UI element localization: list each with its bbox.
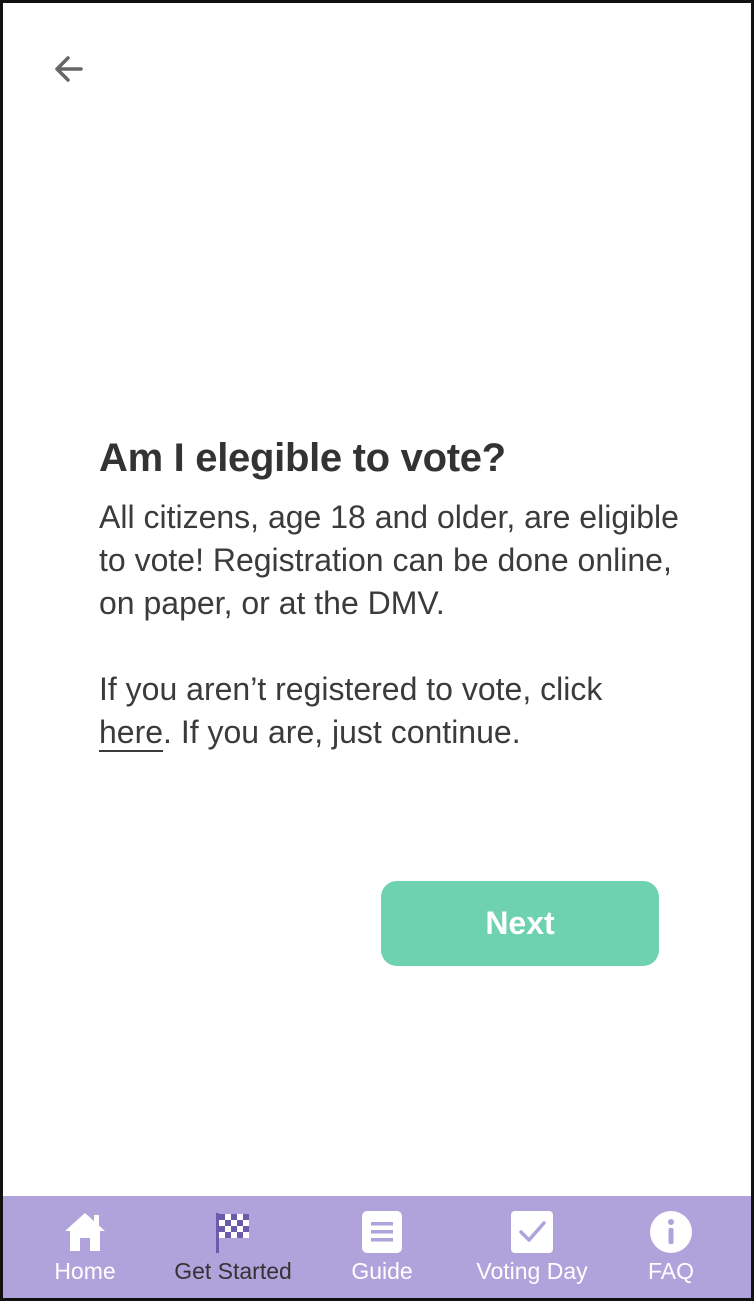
page-title: Am I elegible to vote? [99, 436, 506, 480]
document-icon [360, 1210, 404, 1254]
nav-label-home: Home [54, 1258, 116, 1284]
bottom-nav: Home Get Started Guide Voting Day FAQ [3, 1196, 751, 1298]
registration-prompt-prefix: If you aren’t registered to vote, click [99, 671, 603, 707]
nav-item-get-started[interactable]: Get Started [163, 1196, 303, 1298]
nav-item-guide[interactable]: Guide [339, 1196, 425, 1298]
registration-prompt: If you aren’t registered to vote, click … [99, 668, 679, 754]
eligibility-section: Am I elegible to vote? All citizens, age… [99, 428, 679, 754]
registration-prompt-suffix: . If you are, just continue. [163, 714, 521, 750]
app-screen: Am I elegible to vote? All citizens, age… [0, 0, 754, 1301]
register-here-link[interactable]: here [99, 714, 164, 752]
eligibility-description: All citizens, age 18 and older, are elig… [99, 499, 679, 621]
home-icon [63, 1210, 107, 1254]
nav-label-get-started: Get Started [174, 1258, 292, 1284]
back-button[interactable] [47, 49, 91, 93]
nav-label-voting-day: Voting Day [476, 1258, 588, 1284]
checkbox-icon [510, 1210, 554, 1254]
info-icon [649, 1210, 693, 1254]
next-button[interactable]: Next [381, 881, 659, 966]
nav-label-faq: FAQ [647, 1258, 695, 1284]
checkered-flag-icon [211, 1210, 255, 1254]
arrow-left-icon [51, 51, 87, 92]
nav-item-home[interactable]: Home [43, 1196, 127, 1298]
nav-label-guide: Guide [351, 1258, 413, 1284]
nav-item-voting-day[interactable]: Voting Day [465, 1196, 599, 1298]
nav-item-faq[interactable]: FAQ [631, 1196, 711, 1298]
